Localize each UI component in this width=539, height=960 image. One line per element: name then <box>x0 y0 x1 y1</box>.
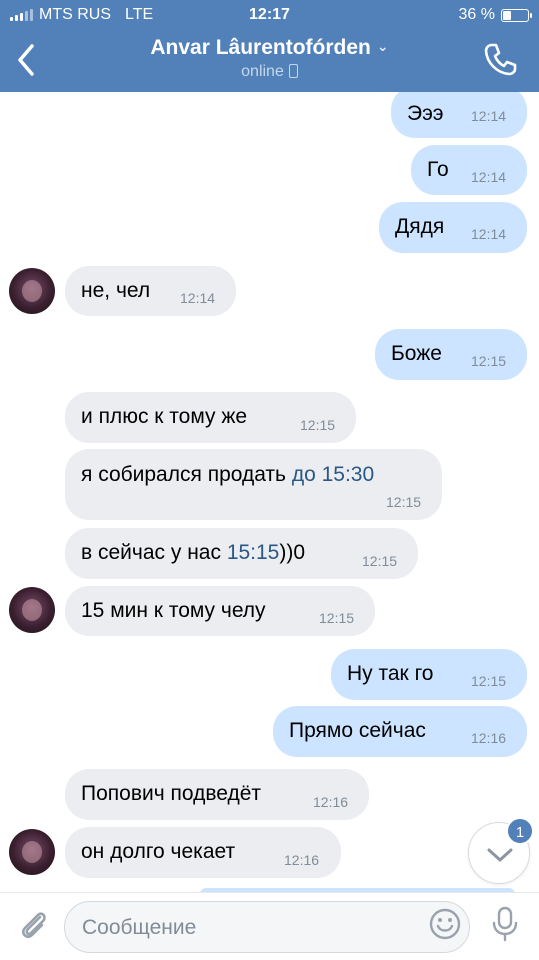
message-time: 12:14 <box>471 108 507 124</box>
chat-header: MTS RUS LTE 12:17 36 % Anvar Lâurentofór… <box>0 0 539 92</box>
paperclip-icon[interactable] <box>16 907 50 941</box>
mobile-device-icon <box>288 64 298 78</box>
message-text: Боже <box>391 342 442 365</box>
message-bubble-outgoing[interactable]: Го 12:14 <box>411 145 527 195</box>
message-text: Попович подведёт <box>81 782 262 805</box>
message-time: 12:14 <box>180 290 216 306</box>
message-time: 12:16 <box>313 794 349 810</box>
message-time: 12:15 <box>471 673 507 689</box>
contact-name: Anvar Lâurentofórden <box>150 36 371 59</box>
message-text: в сейчас у нас 15:15))0 <box>81 541 306 564</box>
message-time: 12:15 <box>362 553 398 569</box>
time-link[interactable]: 15:15 <box>227 541 280 564</box>
battery-percent: 36 % <box>458 6 495 23</box>
chat-title[interactable]: Anvar Lâurentofórden ⌄ <box>0 36 539 60</box>
presence-status: online <box>0 63 539 81</box>
avatar[interactable] <box>9 829 55 875</box>
phone-call-icon[interactable] <box>481 40 519 78</box>
message-text: он долго чекает <box>81 840 236 863</box>
message-bubble-outgoing[interactable]: Боже 12:15 <box>375 329 527 380</box>
message-text: не, чел <box>81 279 151 302</box>
message-text: Го <box>427 158 449 181</box>
message-bubble-outgoing[interactable]: Ну так го 12:15 <box>331 649 527 700</box>
avatar[interactable] <box>9 587 55 633</box>
message-bubble-incoming[interactable]: в сейчас у нас 15:15))0 12:15 <box>65 528 418 579</box>
message-text: и плюс к тому же <box>81 405 248 428</box>
message-bubble-incoming[interactable]: 15 мин к тому челу 12:15 <box>65 586 375 636</box>
message-text: Эээ <box>407 102 444 125</box>
message-bubble-incoming[interactable]: и плюс к тому же 12:15 <box>65 392 356 443</box>
emoji-icon[interactable] <box>428 907 462 941</box>
message-bubble-outgoing[interactable]: Эээ 12:14 <box>391 92 527 138</box>
message-time: 12:14 <box>471 169 507 185</box>
battery-icon <box>501 8 532 22</box>
message-time: 12:14 <box>471 226 507 242</box>
message-input-placeholder: Сообщение <box>82 916 197 939</box>
message-text: Дядя <box>395 215 445 238</box>
message-feed[interactable]: Эээ 12:14 Го 12:14 Дядя 12:14 не, чел 12… <box>0 92 539 892</box>
message-bubble-incoming[interactable]: он долго чекает 12:16 <box>65 827 341 878</box>
message-text: я собирался продать до 15:30 <box>81 463 375 486</box>
message-time: 12:15 <box>471 353 507 369</box>
presence-label: online <box>241 63 284 80</box>
message-time: 12:15 <box>300 417 336 433</box>
unread-badge: 1 <box>506 817 534 845</box>
message-time: 12:16 <box>284 852 320 868</box>
status-bar: MTS RUS LTE 12:17 36 % <box>0 0 539 30</box>
message-time: 12:15 <box>386 494 422 510</box>
battery-info: 36 % <box>458 6 532 24</box>
message-time: 12:16 <box>471 730 507 746</box>
message-bubble-outgoing[interactable]: Прямо сейчас 12:16 <box>273 706 527 757</box>
message-bubble-incoming[interactable]: я собирался продать до 15:30 12:15 <box>65 449 442 520</box>
microphone-icon[interactable] <box>490 906 520 942</box>
message-bubble-incoming[interactable]: не, чел 12:14 <box>65 266 236 316</box>
chevron-down-icon: ⌄ <box>376 38 389 54</box>
message-text: 15 мин к тому челу <box>81 599 266 622</box>
avatar[interactable] <box>9 268 55 314</box>
message-time: 12:15 <box>319 610 355 626</box>
message-bubble-incoming[interactable]: Попович подведёт 12:16 <box>65 769 369 820</box>
message-input[interactable]: Сообщение <box>64 901 470 953</box>
message-bubble-outgoing[interactable]: Дядя 12:14 <box>379 202 527 253</box>
message-text: Прямо сейчас <box>289 719 426 742</box>
message-text: Ну так го <box>347 662 434 685</box>
time-link[interactable]: до 15:30 <box>292 463 374 486</box>
